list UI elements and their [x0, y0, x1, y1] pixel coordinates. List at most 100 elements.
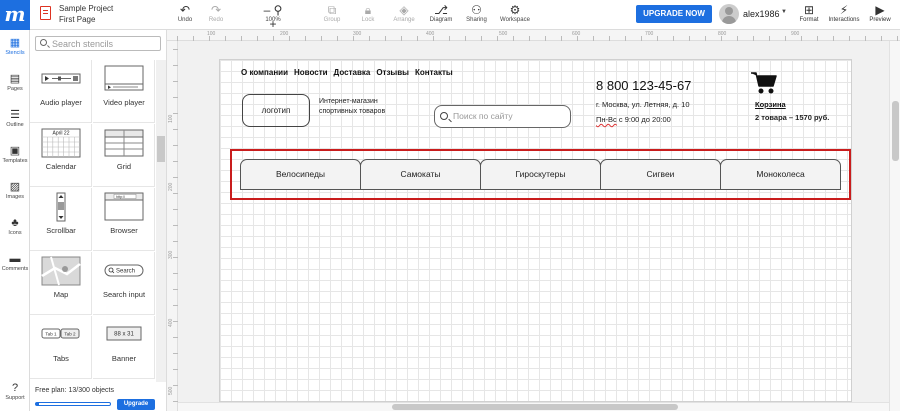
ruler-number: 300 — [353, 31, 362, 37]
stencil-tabs[interactable]: Tab 1 Tab 2 Tabs — [30, 316, 92, 379]
stencil-audio-player[interactable]: Audio player — [30, 60, 92, 123]
group-button[interactable]: ⧉ Group — [321, 3, 343, 23]
search-input-thumb: Search — [104, 264, 144, 277]
svg-text:Tab 1: Tab 1 — [45, 332, 57, 337]
ruler-number: 400 — [168, 318, 174, 327]
site-nav-item[interactable]: Контакты — [415, 68, 453, 77]
rail-support[interactable]: ? Support — [0, 382, 30, 401]
vertical-scroll-thumb[interactable] — [892, 101, 899, 161]
search-icon — [40, 39, 47, 46]
svg-text:http://: http:// — [116, 195, 125, 199]
stencil-panel: Audio player Video player April 22 Ca — [30, 30, 167, 411]
site-nav-item[interactable]: Доставка — [334, 68, 371, 77]
page-name[interactable]: First Page — [59, 15, 95, 24]
stencil-search-input[interactable] — [52, 38, 157, 49]
rail-images[interactable]: ▨ Images — [0, 181, 30, 200]
arrange-button[interactable]: ◈ Arrange — [390, 3, 418, 23]
hours-prefix: Пн-Вс — [596, 115, 617, 124]
site-nav-item[interactable]: Новости — [294, 68, 328, 77]
stencil-scrollbar-track[interactable] — [156, 60, 166, 382]
format-button[interactable]: ⊞ Format — [798, 3, 820, 23]
rail-icons[interactable]: ♣ Icons — [0, 217, 30, 236]
menu-tab-monowheels[interactable]: Моноколеса — [720, 159, 841, 190]
stencil-search-input[interactable]: Search Search input — [93, 252, 155, 315]
club-icon: ♣ — [11, 217, 19, 229]
stencil-label: Banner — [111, 354, 137, 363]
search-icon — [440, 112, 448, 120]
svg-text:Tab 2: Tab 2 — [64, 332, 76, 337]
horizontal-scroll-thumb[interactable] — [392, 404, 678, 410]
upgrade-now-button[interactable]: UPGRADE NOW — [636, 5, 712, 23]
stencil-scrollbar-thumb[interactable] — [157, 136, 165, 162]
stencil-label: Video player — [103, 98, 145, 107]
rail-outline[interactable]: ☰ Outline — [0, 109, 30, 128]
pages-icon: ▤ — [9, 73, 21, 85]
diagram-button[interactable]: ⎇ Diagram — [428, 3, 454, 23]
stencil-video-player[interactable]: Video player — [93, 60, 155, 123]
site-phone: 8 800 123-45-67 — [596, 78, 692, 93]
lock-icon: 🔒︎ — [364, 3, 372, 17]
app-logo[interactable]: m — [0, 0, 30, 30]
sharing-button[interactable]: ⚇ Sharing — [463, 3, 490, 23]
stencil-label: Audio player — [40, 98, 82, 107]
project-name[interactable]: Sample Project — [59, 4, 113, 13]
stencil-scrollbar[interactable]: Scrollbar — [30, 188, 92, 251]
map-thumb — [41, 256, 81, 286]
redo-button[interactable]: ↷ Redo — [207, 3, 225, 23]
banner-thumb: 88 x 31 — [106, 326, 142, 341]
site-nav-item[interactable]: Отзывы — [376, 68, 409, 77]
rail-pages[interactable]: ▤ Pages — [0, 73, 30, 92]
artboard[interactable]: О компании Новости Доставка Отзывы Конта… — [219, 59, 852, 402]
interactions-button[interactable]: ⚡︎ Interactions — [827, 3, 861, 23]
undo-icon: ↶ — [179, 3, 191, 17]
ruler-number: 400 — [426, 31, 435, 37]
canvas-horizontal-scrollbar[interactable] — [178, 402, 889, 411]
share-icon: ⚇ — [471, 3, 482, 17]
canvas-vertical-scrollbar[interactable] — [889, 41, 900, 411]
workspace-button[interactable]: ⚙ Workspace — [497, 3, 533, 23]
lock-button[interactable]: 🔒︎ Lock — [358, 3, 378, 23]
menu-tab-segways[interactable]: Сигвеи — [600, 159, 721, 190]
plan-progress-fill — [36, 403, 40, 405]
chevron-down-icon[interactable]: ▼ — [781, 9, 787, 15]
audio-player-thumb — [41, 73, 81, 84]
plan-upgrade-button[interactable]: Upgrade — [117, 399, 155, 410]
avatar[interactable] — [719, 4, 739, 24]
rail-stencils[interactable]: ▦ Stencils — [0, 37, 30, 56]
username[interactable]: alex1986 — [743, 9, 780, 19]
stencil-map[interactable]: Map — [30, 252, 92, 315]
ruler-number: 200 — [280, 31, 289, 37]
stencil-label: Browser — [110, 226, 138, 235]
stencil-label: Map — [53, 290, 69, 299]
ruler-left: 100 200 300 400 500 — [167, 41, 178, 411]
top-toolbar: m Sample Project First Page ↶ Undo ↷ Redo … — [0, 0, 900, 31]
cart-link[interactable]: Корзина — [755, 100, 786, 109]
ruler-number: 300 — [168, 250, 174, 259]
stencil-browser[interactable]: http:// Browser — [93, 188, 155, 251]
templates-icon: ▣ — [9, 145, 21, 157]
left-rail: ▦ Stencils ▤ Pages ☰ Outline ▣ Templates ▨ Im… — [0, 30, 30, 411]
project-icon[interactable] — [40, 6, 51, 20]
undo-button[interactable]: ↶ Undo — [176, 3, 194, 23]
rail-comments[interactable]: ▬ Comments — [0, 253, 30, 272]
ruler-number: 200 — [168, 182, 174, 191]
video-player-thumb — [104, 65, 144, 91]
menu-tab-bicycles[interactable]: Велосипеды — [240, 159, 361, 190]
stencil-search[interactable] — [35, 36, 161, 51]
site-nav-item[interactable]: О компании — [241, 68, 288, 77]
site-search-input[interactable]: Поиск по сайту — [434, 105, 571, 128]
site-tagline: Интернет-магазин спортивных товаров — [319, 98, 386, 115]
stencil-banner[interactable]: 88 x 31 Banner — [93, 316, 155, 379]
ruler-number: 100 — [207, 31, 216, 37]
zoom-control[interactable]: – ⚲ +100% — [259, 3, 287, 31]
outline-icon: ☰ — [10, 109, 20, 121]
menu-tab-hoverboards[interactable]: Гироскутеры — [480, 159, 601, 190]
site-logo[interactable]: логотип — [242, 94, 310, 127]
rail-templates[interactable]: ▣ Templates — [0, 145, 30, 164]
cart-icon[interactable] — [750, 70, 778, 96]
stencil-calendar[interactable]: April 22 Calendar — [30, 124, 92, 187]
stencil-grid-item[interactable]: Grid — [93, 124, 155, 187]
menu-tab-scooters[interactable]: Самокаты — [360, 159, 481, 190]
preview-button[interactable]: ▶ Preview — [868, 3, 892, 23]
site-nav: О компании Новости Доставка Отзывы Конта… — [241, 68, 453, 77]
